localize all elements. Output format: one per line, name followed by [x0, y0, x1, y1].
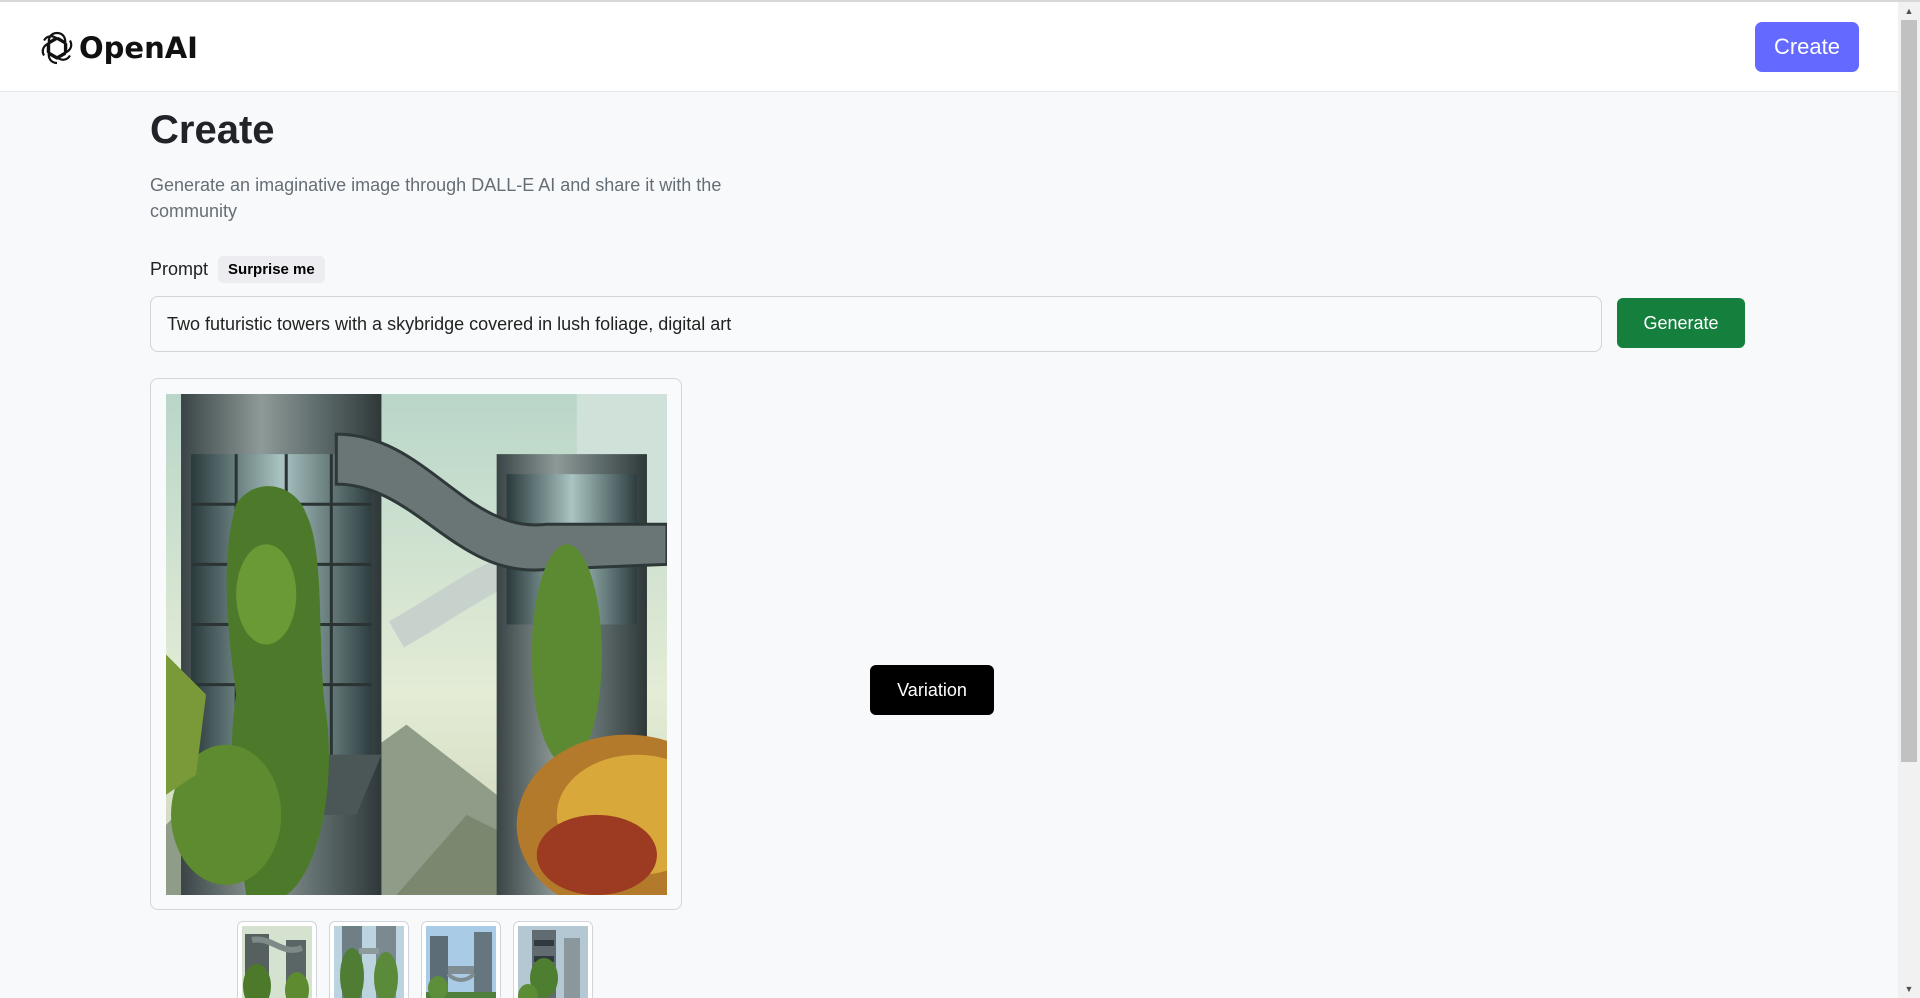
scroll-up-arrow-icon[interactable]: ▲ [1898, 2, 1920, 20]
thumbnail-1[interactable] [237, 921, 317, 998]
generate-button[interactable]: Generate [1617, 298, 1745, 348]
generated-image-card [150, 378, 682, 910]
header-create-button[interactable]: Create [1755, 22, 1859, 72]
thumbnail-2[interactable] [329, 921, 409, 998]
page-subtitle: Generate an imaginative image through DA… [150, 175, 722, 221]
vertical-scrollbar[interactable]: ▲ ▼ [1898, 2, 1920, 998]
variation-thumbnails [237, 921, 593, 998]
scroll-down-arrow-icon[interactable]: ▼ [1898, 980, 1920, 998]
prompt-input[interactable] [150, 296, 1602, 352]
variation-button[interactable]: Variation [870, 665, 994, 715]
thumbnail-4[interactable] [513, 921, 593, 998]
brand-logo[interactable]: OpenAI [39, 29, 198, 67]
thumbnail-3[interactable] [421, 921, 501, 998]
generated-image [166, 394, 667, 895]
scrollbar-thumb[interactable] [1901, 20, 1917, 762]
brand-name: OpenAI [79, 31, 198, 65]
prompt-label-row: Prompt Surprise me [150, 256, 325, 283]
prompt-label: Prompt [150, 259, 209, 279]
page-viewport: OpenAI Create Create Generate an imagina… [0, 0, 1898, 998]
site-header: OpenAI Create [0, 2, 1898, 92]
openai-logo-icon [39, 30, 75, 66]
page-title: Create [150, 108, 275, 152]
surprise-me-button[interactable]: Surprise me [218, 256, 325, 283]
